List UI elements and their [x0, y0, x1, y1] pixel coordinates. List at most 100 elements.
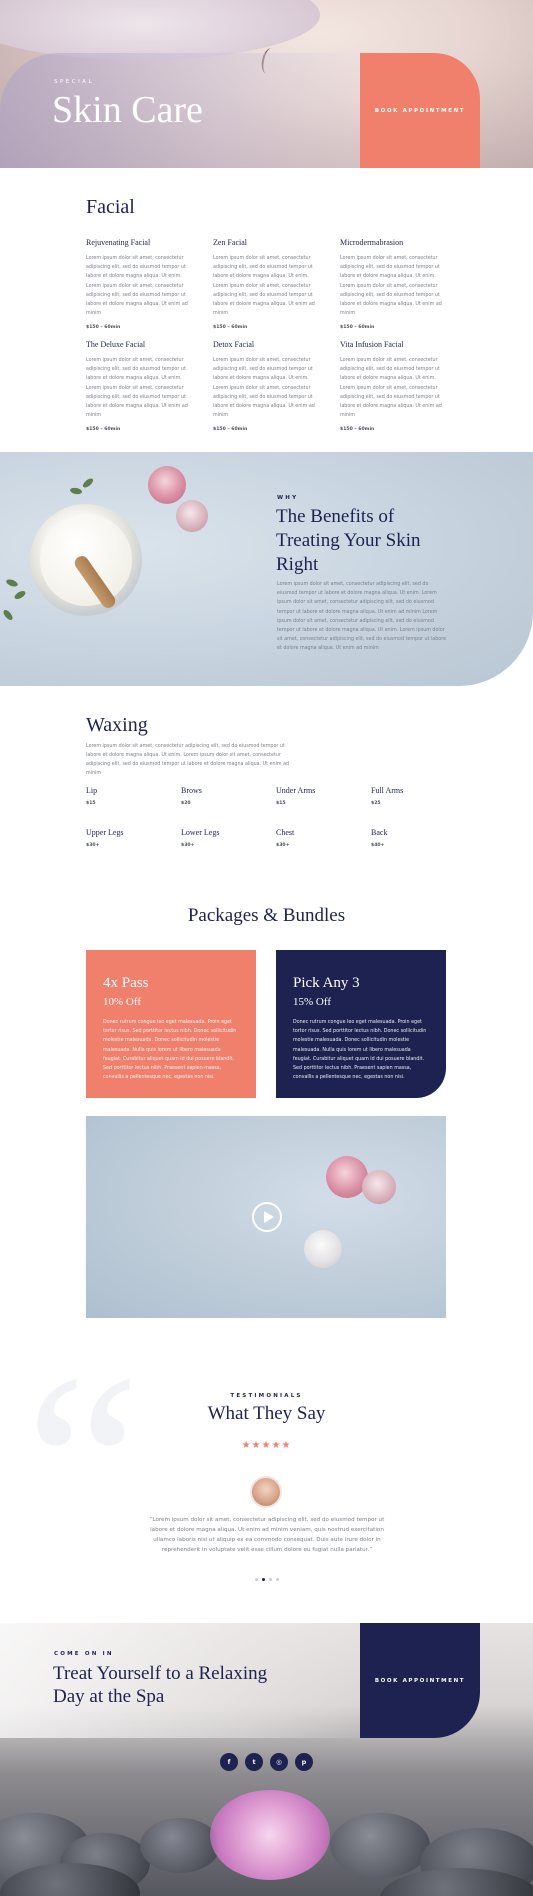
service-description: Lorem ipsum dolor sit amet, consectetur …	[213, 358, 315, 419]
wax-name: Brows	[181, 786, 202, 795]
package-name: Pick Any 3	[293, 975, 360, 991]
leaf-image	[5, 578, 19, 588]
service-name: Detox Facial	[213, 340, 255, 349]
wax-item: Lower Legs $30+	[181, 828, 251, 848]
package-card-4x-pass: 4x Pass 10% Off Donec rutrum congue leo …	[86, 950, 256, 1098]
wax-name: Lip	[86, 786, 98, 795]
wax-item: Chest $30+	[276, 828, 346, 848]
wax-item: Brows $20	[181, 786, 251, 806]
service-price: $150 – 60min	[86, 427, 121, 433]
quote-mark-icon: “	[25, 1321, 141, 1609]
package-description: Donec rutrum congue leo eget malesuada. …	[103, 1020, 237, 1081]
leaf-image	[1, 608, 15, 622]
facial-title: Facial	[86, 196, 135, 218]
service-item: Zen Facial Lorem ipsum dolor sit amet, c…	[213, 238, 323, 330]
leaf-image	[81, 476, 95, 490]
rating-stars-icon: ★★★★★	[241, 1440, 292, 1451]
book-appointment-button[interactable]: BOOK APPOINTMENT	[360, 53, 480, 168]
wax-name: Lower Legs	[181, 828, 220, 837]
benefits-title: The Benefits of Treating Your Skin Right	[276, 506, 421, 575]
wax-item: Under Arms $15	[276, 786, 346, 806]
package-discount: 10% Off	[103, 996, 141, 1008]
sea-urchin-image	[148, 466, 186, 504]
carousel-dot[interactable]	[254, 1578, 258, 1581]
book-appointment-label: BOOK APPOINTMENT	[374, 107, 466, 114]
stone-image	[330, 1813, 430, 1878]
wax-name: Under Arms	[276, 786, 316, 795]
leaf-image	[13, 589, 27, 601]
packages-title: Packages & Bundles	[187, 905, 346, 926]
sea-urchin-image	[362, 1170, 396, 1204]
service-item: The Deluxe Facial Lorem ipsum dolor sit …	[86, 340, 196, 432]
wax-name: Full Arms	[371, 786, 404, 795]
package-description: Donec rutrum congue leo eget malesuada. …	[293, 1020, 427, 1081]
pinterest-icon[interactable]: p	[295, 1753, 313, 1771]
book-appointment-label: BOOK APPOINTMENT	[374, 1677, 466, 1684]
wax-price: $15	[276, 801, 286, 806]
benefits-text: Lorem ipsum dolor sit amet, consectetur …	[277, 582, 447, 652]
sea-urchin-image	[304, 1230, 342, 1268]
service-description: Lorem ipsum dolor sit amet, consectetur …	[86, 358, 188, 419]
wax-price: $30+	[181, 843, 195, 848]
package-card-pick-any-3: Pick Any 3 15% Off Donec rutrum congue l…	[276, 950, 446, 1098]
service-item: Rejuvenating Facial Lorem ipsum dolor si…	[86, 238, 196, 330]
service-item: Vita Infusion Facial Lorem ipsum dolor s…	[340, 340, 450, 432]
service-name: Vita Infusion Facial	[340, 340, 404, 349]
service-name: Microdermabrasion	[340, 238, 404, 247]
cta-eyebrow: COME ON IN	[54, 1651, 114, 1657]
wax-price: $15	[86, 801, 96, 806]
wax-name: Upper Legs	[86, 828, 124, 837]
service-item: Detox Facial Lorem ipsum dolor sit amet,…	[213, 340, 323, 432]
play-icon	[263, 1211, 274, 1223]
service-price: $150 – 60min	[213, 427, 248, 433]
wax-price: $40+	[371, 843, 385, 848]
carousel-dot[interactable]	[275, 1578, 279, 1581]
sea-urchin-image	[176, 500, 208, 532]
book-appointment-button[interactable]: BOOK APPOINTMENT	[360, 1623, 480, 1738]
wax-price: $30+	[86, 843, 100, 848]
package-name: 4x Pass	[103, 975, 149, 991]
wax-price: $25	[371, 801, 381, 806]
service-name: The Deluxe Facial	[86, 340, 146, 349]
wax-item: Lip $15	[86, 786, 156, 806]
package-discount: 15% Off	[293, 996, 331, 1008]
waxing-title: Waxing	[86, 714, 148, 736]
service-price: $150 – 60min	[340, 427, 375, 433]
hero-eyebrow: SPECIAL	[54, 79, 95, 85]
benefits-eyebrow: WHY	[277, 495, 299, 501]
play-button[interactable]	[252, 1202, 282, 1232]
service-description: Lorem ipsum dolor sit amet, consectetur …	[340, 358, 442, 419]
service-name: Zen Facial	[213, 238, 247, 247]
twitter-icon[interactable]: t	[245, 1753, 263, 1771]
carousel-dot-active[interactable]	[261, 1578, 265, 1581]
wax-name: Chest	[276, 828, 295, 837]
instagram-icon[interactable]: ◎	[270, 1753, 288, 1771]
wax-price: $30+	[276, 843, 290, 848]
service-price: $150 – 60min	[213, 325, 248, 331]
testimonial-quote: “Lorem ipsum dolor sit amet, consectetur…	[149, 1517, 385, 1553]
wax-item: Back $40+	[371, 828, 441, 848]
stone-image	[140, 1818, 220, 1873]
testimonials-title: What They Say	[207, 1403, 326, 1424]
cta-title: Treat Yourself to a Relaxing Day at the …	[53, 1663, 268, 1707]
service-price: $150 – 60min	[340, 325, 375, 331]
service-description: Lorem ipsum dolor sit amet, consectetur …	[213, 256, 315, 317]
social-links: f t ◎ p	[0, 1753, 533, 1771]
wax-item: Full Arms $25	[371, 786, 441, 806]
carousel-dots	[0, 1578, 533, 1581]
service-price: $150 – 60min	[86, 325, 121, 331]
facebook-icon[interactable]: f	[220, 1753, 238, 1771]
carousel-dot[interactable]	[268, 1578, 272, 1581]
leaf-image	[69, 487, 83, 495]
wax-price: $20	[181, 801, 191, 806]
avatar	[250, 1476, 282, 1508]
wax-name: Back	[371, 828, 388, 837]
testimonials-eyebrow: TESTIMONIALS	[230, 1393, 303, 1399]
waxing-description: Lorem ipsum dolor sit amet, consectetur …	[86, 744, 290, 776]
flower-image	[210, 1790, 330, 1880]
hero-title: Skin Care	[52, 89, 203, 131]
service-description: Lorem ipsum dolor sit amet, consectetur …	[86, 256, 188, 317]
service-description: Lorem ipsum dolor sit amet, consectetur …	[340, 256, 442, 317]
service-item: Microdermabrasion Lorem ipsum dolor sit …	[340, 238, 450, 330]
service-name: Rejuvenating Facial	[86, 238, 151, 247]
